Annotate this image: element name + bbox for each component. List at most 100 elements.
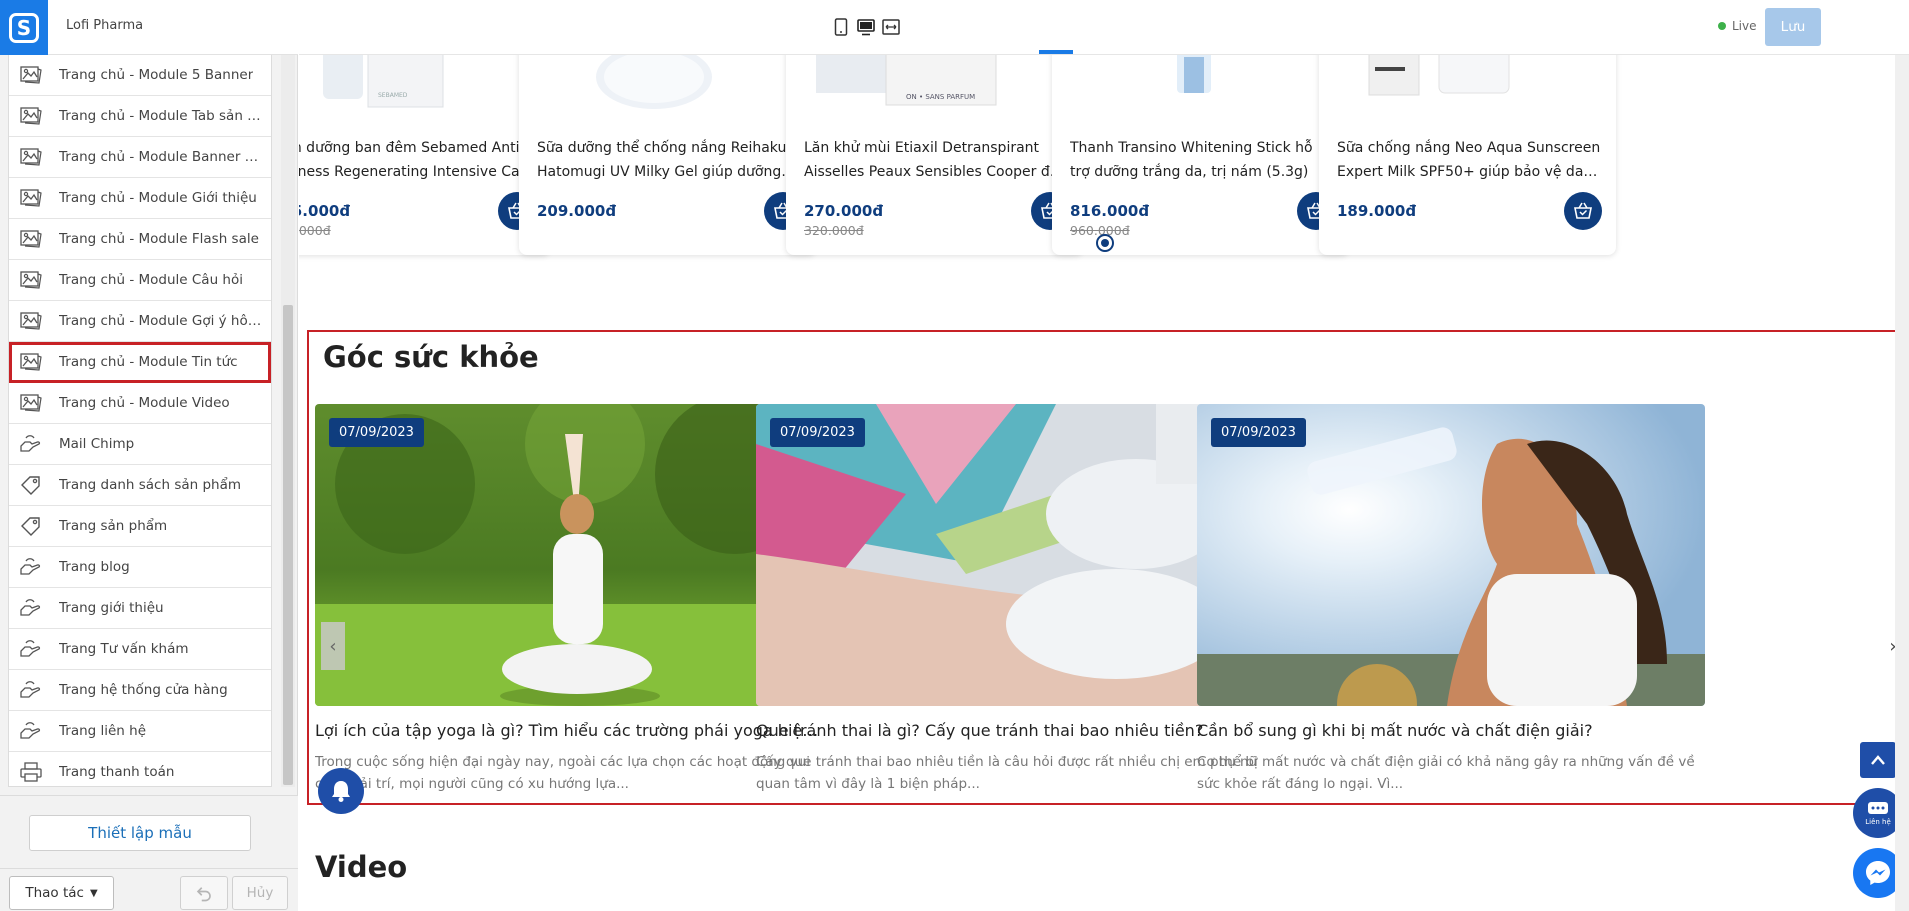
video-section-title: Video <box>315 850 408 884</box>
product-card[interactable]: Thanh Transino Whitening Stick hỗ trợ dư… <box>1052 55 1349 255</box>
cancel-button[interactable]: Hủy <box>232 876 288 910</box>
sidebar-list: Trang chủ - Module 5 Banner Trang chủ - M… <box>8 55 272 787</box>
sidebar-item[interactable]: Trang chủ - Module Giới thiệu <box>9 178 271 219</box>
live-dot-icon <box>1718 22 1726 30</box>
save-button[interactable]: Lưu <box>1765 8 1821 46</box>
store-name: Lofi Pharma <box>66 18 144 33</box>
live-label: Live <box>1732 19 1757 33</box>
sidebar: S Lofi Pharma Trang chủ - Module 5 Banne… <box>0 0 298 911</box>
caret-down-icon: ▼ <box>89 887 98 899</box>
image-icon <box>19 65 43 85</box>
sidebar-item[interactable]: Trang chủ - Module Tin tức <box>9 342 271 383</box>
product-card[interactable]: SEBAMED Kem dưỡng ban đêm Sebamed Anti-Re… <box>299 55 550 255</box>
active-device-indicator <box>1039 50 1073 54</box>
image-icon <box>19 229 43 249</box>
sidebar-item[interactable]: Trang chủ - Module Video <box>9 383 271 424</box>
product-price: 495.000đ <box>299 202 351 220</box>
sidebar-item-label: Trang liên hệ <box>59 723 147 739</box>
sidebar-item-label: Trang chủ - Module Giới thiệu <box>59 190 257 206</box>
product-title[interactable]: Kem dưỡng ban đêm Sebamed Anti-Redness R… <box>299 136 536 184</box>
product-price: 270.000đ <box>804 202 884 220</box>
sidebar-item-label: Trang chủ - Module 5 Banner <box>59 67 254 83</box>
sidebar-item[interactable]: Trang hệ thống cửa hàng <box>9 670 271 711</box>
news-image[interactable]: 07/09/2023 <box>315 404 823 706</box>
sidebar-item[interactable]: Trang blog <box>9 547 271 588</box>
sidebar-item[interactable]: Mail Chimp <box>9 424 271 465</box>
sidebar-item[interactable]: Trang giới thiệu <box>9 588 271 629</box>
sidebar-item[interactable]: Trang chủ - Module Banner giữa <box>9 137 271 178</box>
sidebar-item[interactable]: Trang chủ - Module 5 Banner <box>9 55 271 96</box>
news-title[interactable]: Cần bổ sung gì khi bị mất nước và chất đ… <box>1197 721 1705 740</box>
svg-text:SEBAMED: SEBAMED <box>378 92 408 99</box>
product-image[interactable]: ON • SANS PARFUM <box>786 55 1083 125</box>
product-title[interactable]: Thanh Transino Whitening Stick hỗ trợ dư… <box>1070 136 1335 184</box>
news-section[interactable]: Góc sức khỏe 07/09/2023 Lợi ích của tập y… <box>307 330 1903 805</box>
product-image[interactable] <box>1052 55 1349 125</box>
product-image[interactable] <box>1319 55 1616 125</box>
image-icon <box>19 106 43 126</box>
app-root: S Lofi Pharma Trang chủ - Module 5 Banne… <box>0 0 1909 911</box>
fullwidth-view-button[interactable] <box>880 16 902 38</box>
carousel-dot[interactable] <box>1096 234 1114 252</box>
news-description: Cấy que tránh thai bao nhiêu tiền là câu… <box>756 754 1258 792</box>
hand-icon <box>19 557 43 577</box>
sidebar-item[interactable]: Trang chủ - Module Gợi ý hôm nay <box>9 301 271 342</box>
image-icon <box>19 188 43 208</box>
product-title[interactable]: Sữa chống nắng Neo Aqua Sunscreen Expert… <box>1337 136 1602 184</box>
product-card[interactable]: Sữa chống nắng Neo Aqua Sunscreen Expert… <box>1319 55 1616 255</box>
sidebar-header: S Lofi Pharma <box>0 0 298 55</box>
sidebar-scrollbar-thumb[interactable] <box>283 305 293 785</box>
product-title[interactable]: Lăn khử mùi Etiaxil Detranspirant Aissel… <box>804 136 1069 184</box>
sidebar-item-label: Trang danh sách sản phẩm <box>59 477 242 493</box>
chevron-up-icon <box>1871 755 1885 765</box>
product-image[interactable]: SEBAMED <box>299 55 550 125</box>
chat-icon <box>1868 801 1888 814</box>
scroll-to-top-button[interactable] <box>1860 742 1896 778</box>
sidebar-item-label: Trang chủ - Module Tab sản phẩm <box>59 108 264 124</box>
product-card[interactable]: ON • SANS PARFUM Lăn khử mùi Etiaxil Detr… <box>786 55 1083 255</box>
sidebar-item-label: Trang chủ - Module Gợi ý hôm nay <box>59 313 264 329</box>
news-image[interactable]: 07/09/2023 <box>1197 404 1705 706</box>
template-setup-button[interactable]: Thiết lập mẫu <box>29 815 251 851</box>
mobile-icon <box>834 18 848 36</box>
sidebar-item[interactable]: Trang danh sách sản phẩm <box>9 465 271 506</box>
sidebar-item[interactable]: Trang sản phẩm <box>9 506 271 547</box>
news-title[interactable]: Lợi ích của tập yoga là gì? Tìm hiểu các… <box>315 721 823 740</box>
hand-icon <box>19 680 43 700</box>
product-title[interactable]: Sữa dưỡng thể chống nắng Reihaku Hatomug… <box>537 136 802 184</box>
product-card[interactable]: Sữa dưỡng thể chống nắng Reihaku Hatomug… <box>519 55 816 255</box>
undo-button[interactable] <box>180 876 228 910</box>
chevron-left-icon: ‹ <box>329 635 337 657</box>
contact-label: Liên hệ <box>1865 817 1891 826</box>
sidebar-item[interactable]: Trang Tư vấn khám <box>9 629 271 670</box>
actions-dropdown-button[interactable]: Thao tác ▼ <box>9 876 114 910</box>
sidebar-item-label: Mail Chimp <box>59 436 135 452</box>
top-bar: Live Lưu <box>299 0 1909 55</box>
app-logo[interactable]: S <box>0 0 48 55</box>
svg-text:ON • SANS PARFUM: ON • SANS PARFUM <box>906 93 975 101</box>
sidebar-item-label: Trang giới thiệu <box>59 600 164 616</box>
news-title[interactable]: Que tránh thai là gì? Cấy que tránh thai… <box>756 721 1264 740</box>
sidebar-item-label: Trang blog <box>59 559 130 575</box>
add-to-cart-button[interactable] <box>1564 192 1602 230</box>
news-prev-button[interactable]: ‹ <box>321 622 345 670</box>
sidebar-scrollbar[interactable] <box>281 55 295 787</box>
news-description: Trong cuộc sống hiện đại ngày nay, ngoài… <box>315 754 810 792</box>
sidebar-item-label: Trang chủ - Module Câu hỏi <box>59 272 243 288</box>
actions-label: Thao tác <box>25 885 84 901</box>
mobile-view-button[interactable] <box>830 16 852 38</box>
sidebar-item-label: Trang chủ - Module Banner giữa <box>59 149 264 165</box>
news-image[interactable]: 07/09/2023 <box>756 404 1264 706</box>
sidebar-item[interactable]: Trang liên hệ <box>9 711 271 752</box>
fullwidth-icon <box>882 19 900 35</box>
sidebar-item[interactable]: Trang chủ - Module Câu hỏi <box>9 260 271 301</box>
sidebar-item[interactable]: Trang chủ - Module Tab sản phẩm <box>9 96 271 137</box>
preview-scrollbar[interactable] <box>1895 55 1909 911</box>
desktop-view-button[interactable] <box>855 16 877 38</box>
product-image[interactable] <box>519 55 816 125</box>
sidebar-item[interactable]: Trang thanh toán <box>9 752 271 786</box>
live-status: Live <box>1718 19 1757 33</box>
sidebar-item-label: Trang chủ - Module Tin tức <box>59 354 238 370</box>
sidebar-item[interactable]: Trang chủ - Module Flash sale <box>9 219 271 260</box>
notification-bell-button[interactable] <box>318 768 364 814</box>
